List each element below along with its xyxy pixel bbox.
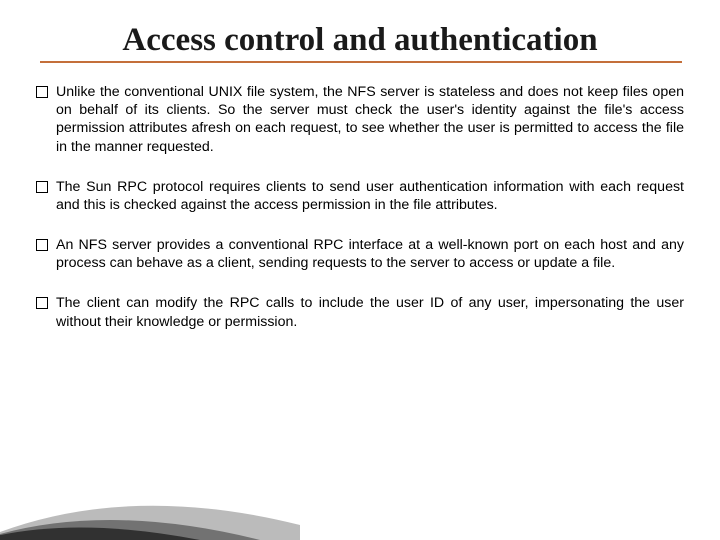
square-bullet-icon xyxy=(36,239,48,251)
list-item: Unlike the conventional UNIX file system… xyxy=(36,83,684,156)
square-bullet-icon xyxy=(36,297,48,309)
decorative-swoosh-icon xyxy=(0,470,300,540)
bullet-text: The Sun RPC protocol requires clients to… xyxy=(56,178,684,214)
bullet-text: Unlike the conventional UNIX file system… xyxy=(56,83,684,156)
list-item: The Sun RPC protocol requires clients to… xyxy=(36,178,684,214)
square-bullet-icon xyxy=(36,86,48,98)
bullet-text: The client can modify the RPC calls to i… xyxy=(56,294,684,330)
bullet-text: An NFS server provides a conventional RP… xyxy=(56,236,684,272)
square-bullet-icon xyxy=(36,181,48,193)
list-item: The client can modify the RPC calls to i… xyxy=(36,294,684,330)
slide-content: Unlike the conventional UNIX file system… xyxy=(0,65,720,331)
slide-title: Access control and authentication xyxy=(0,0,720,65)
list-item: An NFS server provides a conventional RP… xyxy=(36,236,684,272)
